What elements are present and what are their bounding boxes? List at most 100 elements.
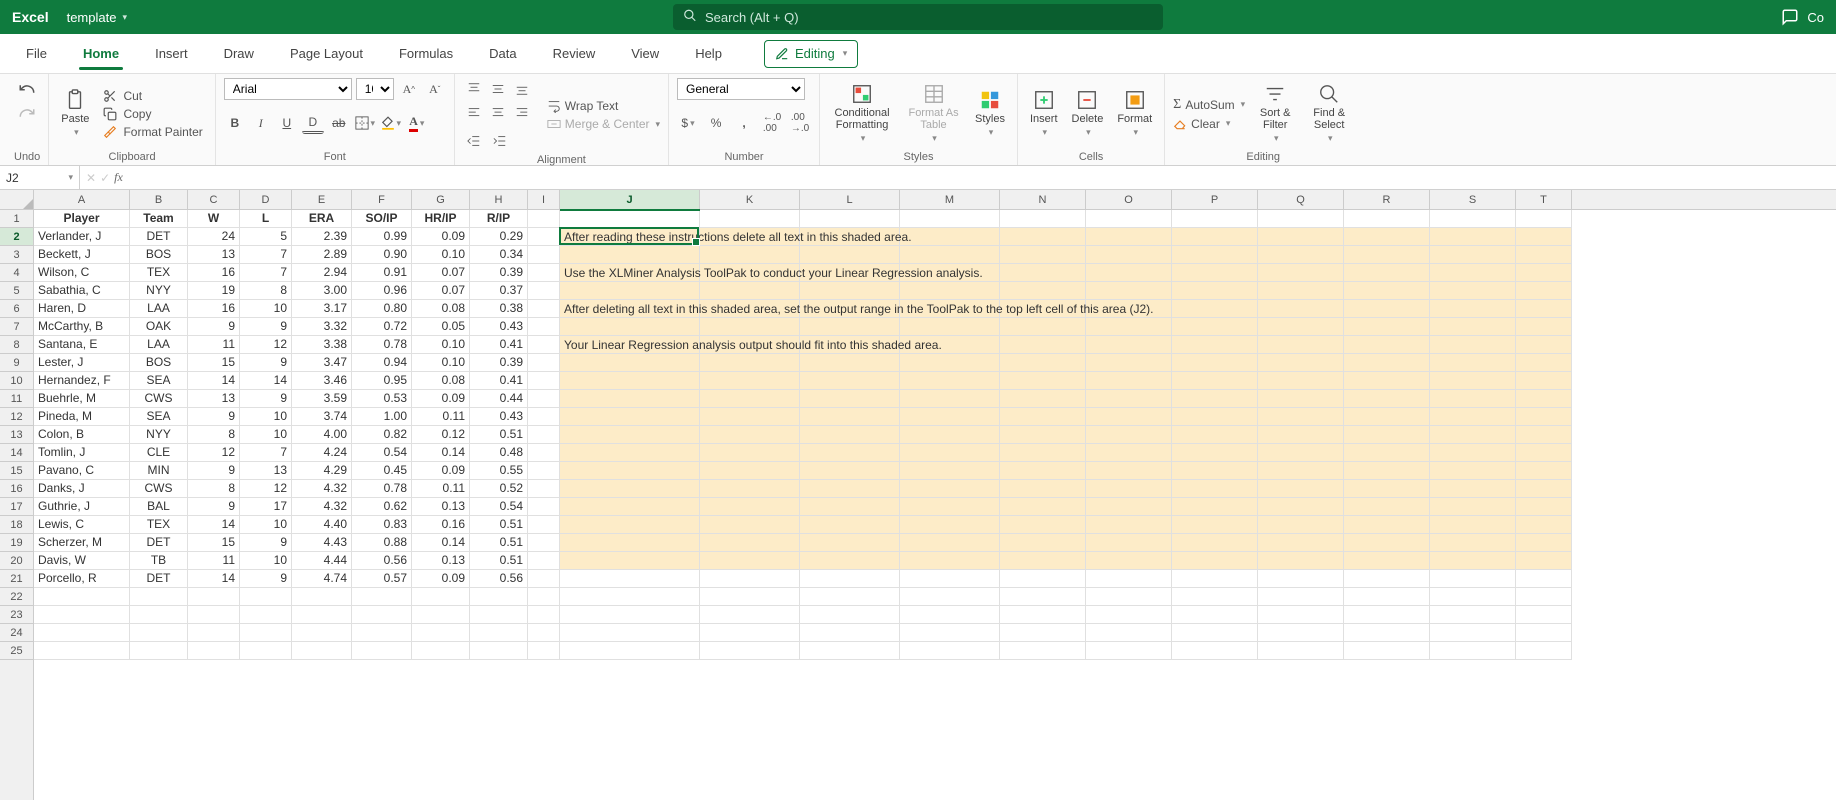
cell-P7[interactable] <box>1172 318 1258 336</box>
cell-A13[interactable]: Colon, B <box>34 426 130 444</box>
cell-G4[interactable]: 0.07 <box>412 264 470 282</box>
cell-K17[interactable] <box>700 498 800 516</box>
cell-L11[interactable] <box>800 390 900 408</box>
cell-S13[interactable] <box>1430 426 1516 444</box>
cell-H24[interactable] <box>470 624 528 642</box>
col-header-R[interactable]: R <box>1344 190 1430 209</box>
cell-T3[interactable] <box>1516 246 1572 264</box>
cell-C22[interactable] <box>188 588 240 606</box>
cell-S23[interactable] <box>1430 606 1516 624</box>
cell-D12[interactable]: 10 <box>240 408 292 426</box>
cell-I8[interactable] <box>528 336 560 354</box>
cell-S7[interactable] <box>1430 318 1516 336</box>
cell-J10[interactable] <box>560 372 700 390</box>
cell-J17[interactable] <box>560 498 700 516</box>
cell-Q15[interactable] <box>1258 462 1344 480</box>
cell-P15[interactable] <box>1172 462 1258 480</box>
cell-O5[interactable] <box>1086 282 1172 300</box>
cell-C20[interactable]: 11 <box>188 552 240 570</box>
cell-I17[interactable] <box>528 498 560 516</box>
cell-F17[interactable]: 0.62 <box>352 498 412 516</box>
cell-O18[interactable] <box>1086 516 1172 534</box>
cell-T11[interactable] <box>1516 390 1572 408</box>
font-name-select[interactable]: Arial <box>224 78 352 100</box>
cell-L25[interactable] <box>800 642 900 660</box>
cell-C21[interactable]: 14 <box>188 570 240 588</box>
cell-A2[interactable]: Verlander, J <box>34 228 130 246</box>
row-header-1[interactable]: 1 <box>0 210 33 228</box>
cell-B3[interactable]: BOS <box>130 246 188 264</box>
cell-D14[interactable]: 7 <box>240 444 292 462</box>
cell-G21[interactable]: 0.09 <box>412 570 470 588</box>
tab-page-layout[interactable]: Page Layout <box>276 34 377 74</box>
cell-K14[interactable] <box>700 444 800 462</box>
tab-view[interactable]: View <box>617 34 673 74</box>
cell-D4[interactable]: 7 <box>240 264 292 282</box>
cell-Q6[interactable] <box>1258 300 1344 318</box>
align-left-button[interactable] <box>463 102 485 124</box>
cell-H20[interactable]: 0.51 <box>470 552 528 570</box>
row-header-10[interactable]: 10 <box>0 372 33 390</box>
cell-M8[interactable] <box>900 336 1000 354</box>
cell-M17[interactable] <box>900 498 1000 516</box>
cell-N14[interactable] <box>1000 444 1086 462</box>
cell-O23[interactable] <box>1086 606 1172 624</box>
conditional-formatting-button[interactable]: Conditional Formatting▾ <box>828 83 896 144</box>
cell-T24[interactable] <box>1516 624 1572 642</box>
cell-B4[interactable]: TEX <box>130 264 188 282</box>
cell-S16[interactable] <box>1430 480 1516 498</box>
cell-D5[interactable]: 8 <box>240 282 292 300</box>
cell-S22[interactable] <box>1430 588 1516 606</box>
row-header-5[interactable]: 5 <box>0 282 33 300</box>
cell-L13[interactable] <box>800 426 900 444</box>
cell-R17[interactable] <box>1344 498 1430 516</box>
cell-F6[interactable]: 0.80 <box>352 300 412 318</box>
cell-O2[interactable] <box>1086 228 1172 246</box>
cell-K3[interactable] <box>700 246 800 264</box>
cell-A9[interactable]: Lester, J <box>34 354 130 372</box>
col-header-K[interactable]: K <box>700 190 800 209</box>
cell-E2[interactable]: 2.39 <box>292 228 352 246</box>
cell-L5[interactable] <box>800 282 900 300</box>
cell-P3[interactable] <box>1172 246 1258 264</box>
select-all-corner[interactable] <box>0 190 34 210</box>
row-header-18[interactable]: 18 <box>0 516 33 534</box>
cell-A10[interactable]: Hernandez, F <box>34 372 130 390</box>
row-header-11[interactable]: 11 <box>0 390 33 408</box>
cell-K25[interactable] <box>700 642 800 660</box>
cell-R8[interactable] <box>1344 336 1430 354</box>
cell-M9[interactable] <box>900 354 1000 372</box>
cell-C6[interactable]: 16 <box>188 300 240 318</box>
align-center-button[interactable] <box>487 102 509 124</box>
cell-Q14[interactable] <box>1258 444 1344 462</box>
row-header-3[interactable]: 3 <box>0 246 33 264</box>
cell-K4[interactable] <box>700 264 800 282</box>
cell-R23[interactable] <box>1344 606 1430 624</box>
file-name-dropdown[interactable]: template ▾ <box>67 10 127 25</box>
cell-D16[interactable]: 12 <box>240 480 292 498</box>
fx-icon[interactable]: fx <box>114 170 123 185</box>
cell-J2[interactable] <box>560 228 700 246</box>
cell-M18[interactable] <box>900 516 1000 534</box>
cell-R25[interactable] <box>1344 642 1430 660</box>
cell-B21[interactable]: DET <box>130 570 188 588</box>
cell-Q8[interactable] <box>1258 336 1344 354</box>
name-box[interactable]: J2 ▾ <box>0 166 80 189</box>
insert-cells-button[interactable]: Insert▾ <box>1026 89 1062 138</box>
cell-D8[interactable]: 12 <box>240 336 292 354</box>
cell-R3[interactable] <box>1344 246 1430 264</box>
cell-M21[interactable] <box>900 570 1000 588</box>
cell-J23[interactable] <box>560 606 700 624</box>
cell-D9[interactable]: 9 <box>240 354 292 372</box>
cell-F23[interactable] <box>352 606 412 624</box>
cell-P11[interactable] <box>1172 390 1258 408</box>
cell-Q16[interactable] <box>1258 480 1344 498</box>
cell-A18[interactable]: Lewis, C <box>34 516 130 534</box>
cell-F14[interactable]: 0.54 <box>352 444 412 462</box>
cell-C10[interactable]: 14 <box>188 372 240 390</box>
cell-K15[interactable] <box>700 462 800 480</box>
cell-L21[interactable] <box>800 570 900 588</box>
cell-K13[interactable] <box>700 426 800 444</box>
cell-N20[interactable] <box>1000 552 1086 570</box>
cell-Q2[interactable] <box>1258 228 1344 246</box>
